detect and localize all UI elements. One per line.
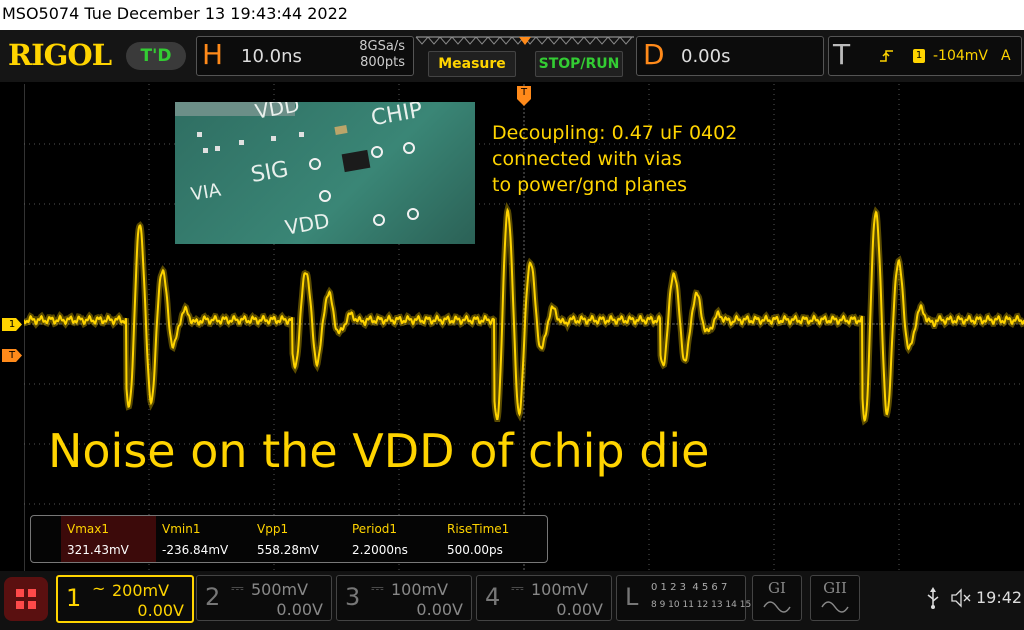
- memory-depth: 800pts: [360, 55, 405, 70]
- trigger-position-bar: [415, 36, 634, 45]
- measurement-value: 558.28mV: [257, 543, 319, 557]
- logic-channels-row2: 8 9 10 11 12 13 14 15: [651, 600, 752, 610]
- measurement-value: -236.84mV: [162, 543, 229, 557]
- trace-glow: [24, 201, 1024, 426]
- speaker-muted-icon[interactable]: [950, 588, 974, 608]
- trigger-level-marker[interactable]: T: [2, 349, 22, 362]
- channel-offset: 0.00V: [276, 600, 323, 619]
- measure-button[interactable]: Measure: [428, 51, 516, 77]
- logic-letter: L: [625, 583, 639, 611]
- rigol-logo: RIGOL: [8, 38, 112, 72]
- delay-panel[interactable]: D 0.00s: [636, 36, 824, 76]
- delay-letter: D: [643, 38, 665, 71]
- channel-scale: 200mV: [112, 581, 170, 600]
- measurement-item[interactable]: Vpp1 558.28mV: [251, 516, 346, 562]
- channel-bar: 1 ~ 200mV 0.00V 2 ⎓ 500mV 0.00V 3 ⎓ 100m…: [0, 571, 1024, 630]
- channel1-marker[interactable]: 1: [2, 318, 22, 331]
- usb-icon[interactable]: [926, 587, 940, 609]
- generator2-label: GII: [823, 579, 847, 597]
- caption: Noise on the VDD of chip die: [48, 424, 710, 478]
- channel4-box[interactable]: 4 ⎓ 100mV 0.00V: [476, 575, 612, 621]
- measurement-value: 500.00ps: [447, 543, 503, 557]
- logic-channels-row1: 0 1 2 3 4 5 6 7: [651, 582, 728, 593]
- generator1-button[interactable]: GI: [752, 575, 802, 621]
- channel1-box[interactable]: 1 ~ 200mV 0.00V: [56, 575, 194, 623]
- toolbar: RIGOL T'D H 10.0ns 8GSa/s 800pts Measure…: [0, 30, 1024, 82]
- measurement-item[interactable]: Vmin1 -236.84mV: [156, 516, 251, 562]
- stop-run-button[interactable]: STOP/RUN: [535, 51, 623, 77]
- channel-number: 1: [66, 584, 82, 612]
- channel-scale: 100mV: [531, 580, 589, 599]
- trigger-panel[interactable]: T 1 -104mV A: [828, 36, 1022, 76]
- measurement-item[interactable]: RiseTime1 500.00ps: [441, 516, 536, 562]
- measurement-name: Period1: [352, 522, 398, 536]
- measurement-panel[interactable]: Vmax1 321.43mV Vmin1 -236.84mV Vpp1 558.…: [30, 515, 548, 563]
- channel-number: 4: [485, 583, 501, 611]
- timebase-value: 10.0ns: [241, 46, 302, 67]
- channel-scale: 100mV: [391, 580, 449, 599]
- logic-analyzer-box[interactable]: L 0 1 2 3 4 5 6 7 8 9 10 11 12 13 14 15: [616, 575, 751, 621]
- channel-coupling: ⎓: [511, 578, 524, 597]
- horizontal-panel[interactable]: H 10.0ns 8GSa/s 800pts: [196, 36, 414, 76]
- measurement-name: Vmin1: [162, 522, 201, 536]
- trigger-marker-label: T: [8, 350, 16, 361]
- measurement-name: Vpp1: [257, 522, 289, 536]
- annotation-line-2: connected with vias: [492, 148, 682, 170]
- generator1-label: GI: [768, 579, 786, 597]
- trigger-letter: T: [833, 38, 851, 71]
- channel-number: 2: [205, 583, 221, 611]
- channel-offset: 0.00V: [137, 601, 184, 620]
- channel-offset: 0.00V: [556, 600, 603, 619]
- generator2-button[interactable]: GII: [810, 575, 860, 621]
- measurement-value: 2.2000ns: [352, 543, 408, 557]
- sine-wave-icon: [821, 601, 849, 613]
- status-bar: MSO5074 Tue December 13 19:43:44 2022: [0, 0, 1024, 30]
- pcb-pads: [197, 132, 419, 226]
- trigger-source-badge: 1: [913, 49, 925, 63]
- channel3-box[interactable]: 3 ⎓ 100mV 0.00V: [336, 575, 472, 621]
- measurement-name: Vmax1: [67, 522, 109, 536]
- trigger-level: -104mV: [933, 48, 988, 64]
- channel-coupling: ~: [92, 579, 106, 598]
- annotation-line-1: Decoupling: 0.47 uF 0402: [492, 122, 738, 144]
- menu-button[interactable]: [4, 577, 48, 621]
- decoupling-annotation: Decoupling: 0.47 uF 0402 connected with …: [492, 120, 737, 198]
- channel1-marker-label: 1: [8, 319, 16, 330]
- delay-value: 0.00s: [681, 46, 731, 67]
- trigger-mode: A: [1001, 48, 1011, 64]
- measurement-item[interactable]: Period1 2.2000ns: [346, 516, 441, 562]
- channel-number: 3: [345, 583, 361, 611]
- sample-rate: 8GSa/s: [359, 39, 405, 54]
- trigger-position-label: T: [520, 87, 528, 98]
- measurement-item[interactable]: Vmax1 321.43mV: [61, 516, 156, 562]
- pcb-photo: VDD CHIP SIG VIA VDD: [175, 102, 475, 244]
- clock: 19:42: [976, 588, 1023, 607]
- status-text: MSO5074 Tue December 13 19:43:44 2022: [2, 4, 348, 23]
- sine-wave-icon: [763, 601, 791, 613]
- channel2-box[interactable]: 2 ⎓ 500mV 0.00V: [196, 575, 332, 621]
- horizontal-letter: H: [202, 38, 224, 71]
- channel-coupling: ⎓: [371, 578, 384, 597]
- edge-trigger-icon: [880, 50, 893, 62]
- annotation-line-3: to power/gnd planes: [492, 174, 688, 196]
- mode-indicator[interactable]: T'D: [126, 42, 186, 70]
- channel-offset: 0.00V: [416, 600, 463, 619]
- measurement-value: 321.43mV: [67, 543, 129, 557]
- channel-coupling: ⎓: [231, 578, 244, 597]
- measurement-name: RiseTime1: [447, 522, 510, 536]
- menu-icon: [16, 589, 36, 609]
- channel-scale: 500mV: [251, 580, 309, 599]
